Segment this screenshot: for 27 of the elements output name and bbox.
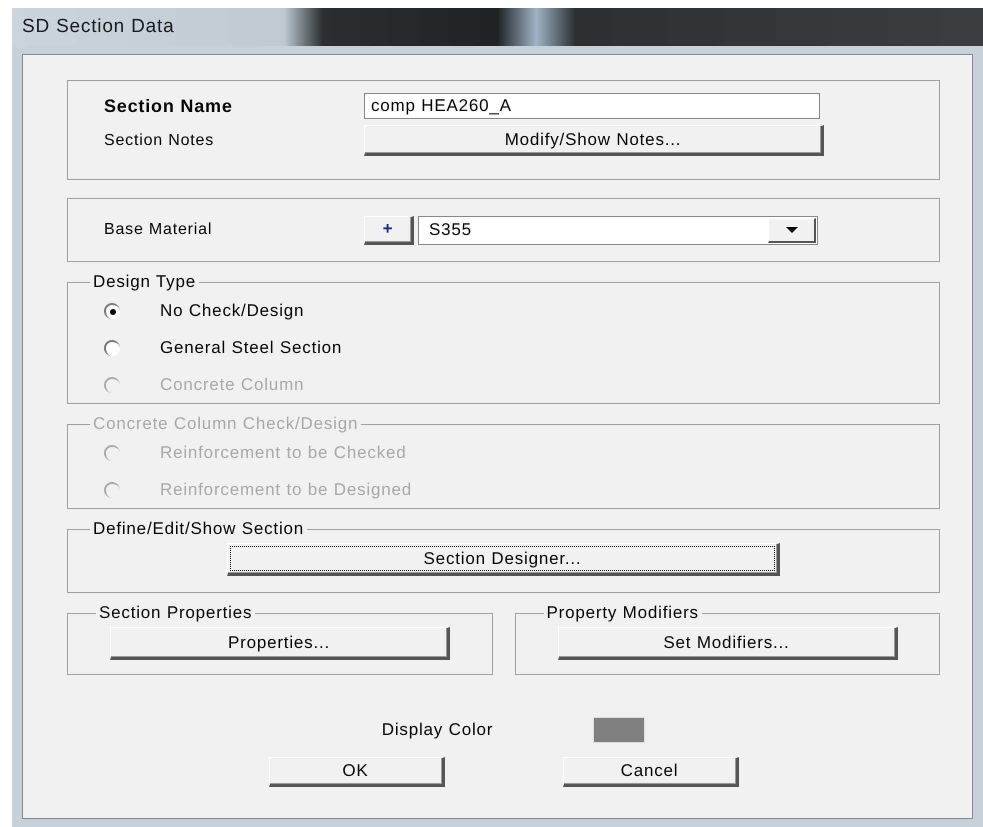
- field-label: Section Notes: [104, 132, 216, 150]
- group-title: Property Modifiers: [546, 603, 700, 623]
- field-label: Base Material: [104, 221, 214, 239]
- ok-button[interactable]: OK: [268, 757, 444, 787]
- modifiers-button[interactable]: Set Modifiers...: [558, 627, 898, 660]
- group-title: Concrete Column Check/Design: [92, 414, 360, 434]
- material-dropdown[interactable]: S355: [418, 216, 818, 244]
- radio-button[interactable]: [104, 302, 120, 318]
- properties-button[interactable]: Properties...: [110, 627, 450, 660]
- radio-label: No Check/Design: [160, 300, 304, 320]
- window-title: SD Section Data: [21, 16, 174, 38]
- radio-label: Reinforcement to be Checked: [160, 442, 407, 462]
- radio-label: Reinforcement to be Designed: [160, 480, 412, 500]
- section-designer-button[interactable]: Section Designer...: [227, 543, 780, 576]
- group-title: Section Properties: [98, 603, 254, 623]
- add-button[interactable]: +: [364, 216, 414, 244]
- cancel-button[interactable]: Cancel: [562, 757, 738, 787]
- radio-button[interactable]: [104, 340, 120, 356]
- field-label: Section Name: [104, 96, 234, 116]
- radio-label: Concrete Column: [160, 374, 304, 394]
- group-title: Define/Edit/Show Section: [92, 519, 306, 539]
- field-label: Display Color: [382, 720, 494, 740]
- notes-button[interactable]: Modify/Show Notes...: [364, 125, 824, 156]
- group-title: Design Type: [92, 272, 197, 292]
- section-name-field[interactable]: comp HEA260_A: [364, 93, 820, 119]
- color-swatch[interactable]: [593, 717, 646, 743]
- radio-label: General Steel Section: [160, 338, 342, 358]
